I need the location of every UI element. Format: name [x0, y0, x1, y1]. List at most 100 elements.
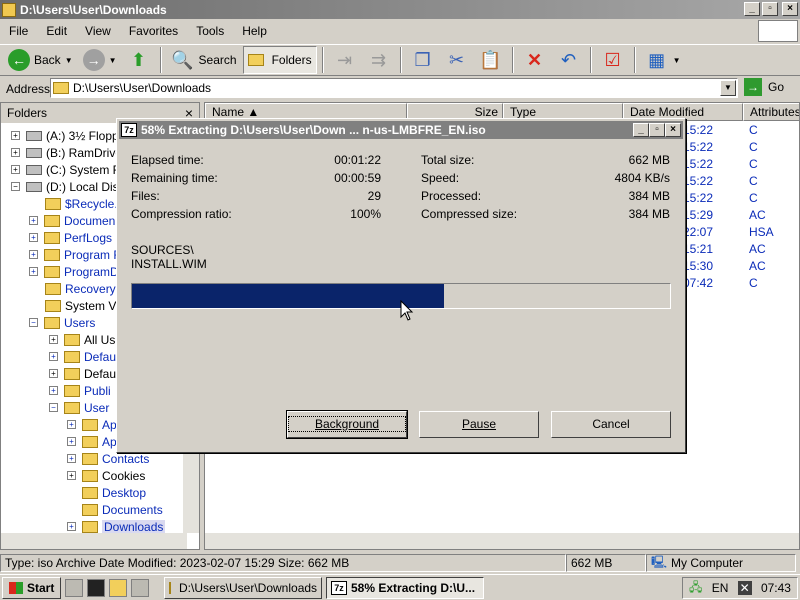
list-horizontal-scrollbar[interactable] [205, 533, 799, 549]
copy-to-icon: ⇉ [371, 49, 387, 70]
row-time[interactable]: 07:42 [683, 276, 713, 290]
row-time[interactable]: 22:07 [683, 225, 713, 239]
copy-button[interactable]: ❐ [407, 46, 439, 74]
row-attributes[interactable]: AC [749, 242, 766, 256]
row-time[interactable]: 15:30 [683, 259, 713, 273]
maximize-button[interactable]: ▫ [762, 2, 778, 16]
delete-button[interactable]: ✕ [519, 46, 551, 74]
taskbar-explorer-task[interactable]: D:\Users\User\Downloads [164, 577, 322, 599]
tree-item-recovery[interactable]: Recovery [45, 280, 116, 297]
menu-favorites[interactable]: Favorites [120, 24, 187, 38]
row-time[interactable]: 15:29 [683, 208, 713, 222]
undo-button[interactable]: ↶ [553, 46, 585, 74]
quicklaunch-ie-icon[interactable] [65, 578, 84, 597]
row-attributes[interactable]: C [749, 174, 758, 188]
search-button[interactable]: 🔍 Search [167, 46, 241, 74]
forward-button[interactable]: → ▼ [79, 46, 121, 74]
clock[interactable]: 07:43 [761, 581, 791, 595]
menu-file[interactable]: File [0, 24, 37, 38]
row-attributes[interactable]: AC [749, 208, 766, 222]
row-time[interactable]: 15:22 [683, 174, 713, 188]
search-icon: 🔍 [171, 49, 194, 70]
move-to-button[interactable]: ⇥ [329, 46, 361, 74]
tree-item-programdata[interactable]: + ProgramD [29, 263, 119, 280]
tree-item-desktop[interactable]: Desktop [82, 484, 146, 501]
quicklaunch-desktop-icon[interactable] [131, 578, 150, 597]
tree-item-ramdrive[interactable]: + (B:) RamDrive [11, 144, 122, 161]
pause-button[interactable]: Pause [419, 411, 539, 438]
column-attributes[interactable]: Attributes [743, 103, 799, 121]
tree-item-users[interactable]: − Users [29, 314, 95, 331]
tree-item-documents[interactable]: Documents [82, 501, 163, 518]
go-arrow-icon: → [744, 78, 762, 96]
tree-item-system-volume[interactable]: System Vo [45, 297, 122, 314]
properties-button[interactable]: ☑ [597, 46, 629, 74]
menu-help[interactable]: Help [233, 24, 276, 38]
row-time[interactable]: 15:22 [683, 140, 713, 154]
tree-item-program-files[interactable]: + Program F [29, 246, 121, 263]
row-time[interactable]: 15:22 [683, 123, 713, 137]
explorer-titlebar[interactable]: D:\Users\User\Downloads _ ▫ × [0, 0, 800, 19]
tree-item-all-users[interactable]: + All Us [49, 331, 115, 348]
menu-tools[interactable]: Tools [187, 24, 233, 38]
views-button[interactable]: ▦ ▼ [641, 46, 685, 74]
row-time[interactable]: 15:21 [683, 242, 713, 256]
tree-item-user[interactable]: − User [49, 399, 109, 416]
folders-icon [247, 54, 264, 66]
background-button[interactable]: Background [286, 410, 408, 439]
row-attributes[interactable]: C [749, 191, 758, 205]
quicklaunch-explorer-icon[interactable] [109, 578, 128, 597]
minimize-button[interactable]: _ [744, 2, 760, 16]
cancel-button[interactable]: Cancel [551, 411, 671, 438]
toolbar: ← Back ▼ → ▼ ⬆ 🔍 Search Folders ⇥ ⇉ ❐ ✂ … [0, 44, 800, 76]
up-button[interactable]: ⬆ [123, 46, 155, 74]
row-attributes[interactable]: AC [749, 259, 766, 273]
dialog-titlebar[interactable]: 7z 58% Extracting D:\Users\User\Down ...… [119, 121, 683, 139]
tree-item-application-data[interactable]: + Ap [67, 433, 117, 450]
row-attributes[interactable]: C [749, 276, 758, 290]
tree-item-default[interactable]: + Defau [49, 348, 116, 365]
dialog-close-button[interactable]: × [665, 123, 681, 137]
tree-item-recycle[interactable]: $Recycle. [45, 195, 118, 212]
dialog-minimize-button[interactable]: _ [633, 123, 649, 137]
close-button[interactable]: × [782, 2, 798, 16]
tree-item-cookies[interactable]: + Cookies [67, 467, 145, 484]
start-button[interactable]: Start [2, 576, 62, 599]
folders-button[interactable]: Folders [242, 46, 317, 74]
quicklaunch-cmd-icon[interactable] [87, 578, 106, 597]
tree-item-default-user[interactable]: + Defau [49, 365, 116, 382]
menu-view[interactable]: View [76, 24, 120, 38]
row-attributes[interactable]: C [749, 140, 758, 154]
language-indicator[interactable]: EN [712, 581, 729, 595]
tree-item-documents-settings[interactable]: + Documen [29, 212, 115, 229]
row-attributes[interactable]: C [749, 123, 758, 137]
row-attributes[interactable]: HSA [749, 225, 774, 239]
tree-item-local-disk[interactable]: − (D:) Local Disk [11, 178, 125, 195]
folder-icon [44, 316, 60, 329]
app-tray-icon[interactable]: ✕ [737, 581, 752, 595]
dialog-maximize-button[interactable]: ▫ [649, 123, 665, 137]
folders-horizontal-scrollbar[interactable] [1, 533, 187, 549]
folder-icon [44, 248, 60, 261]
tree-item-perflogs[interactable]: + PerfLogs [29, 229, 112, 246]
copy-to-button[interactable]: ⇉ [363, 46, 395, 74]
row-time[interactable]: 15:22 [683, 191, 713, 205]
window-title: D:\Users\User\Downloads [20, 2, 167, 17]
tree-item-appdata[interactable]: + Ap [67, 416, 117, 433]
taskbar-extract-task[interactable]: 7z 58% Extracting D:\U... [326, 577, 484, 599]
folder-icon [64, 384, 80, 397]
back-button[interactable]: ← Back ▼ [4, 46, 77, 74]
tree-item-floppy[interactable]: + (A:) 3½ Floppy [11, 127, 125, 144]
address-dropdown-button[interactable]: ▼ [720, 80, 736, 96]
go-button[interactable]: → Go [744, 78, 784, 96]
paste-button[interactable]: 📋 [475, 46, 507, 74]
cut-button[interactable]: ✂ [441, 46, 473, 74]
tree-item-public[interactable]: + Publi [49, 382, 111, 399]
address-input[interactable]: D:\Users\User\Downloads ▼ [50, 78, 738, 98]
remaining-label: Remaining time: [131, 171, 218, 185]
menu-edit[interactable]: Edit [37, 24, 76, 38]
tree-item-system[interactable]: + (C:) System R [11, 161, 121, 178]
row-attributes[interactable]: C [749, 157, 758, 171]
network-icon[interactable]: 🖧 [689, 578, 702, 599]
row-time[interactable]: 15:22 [683, 157, 713, 171]
